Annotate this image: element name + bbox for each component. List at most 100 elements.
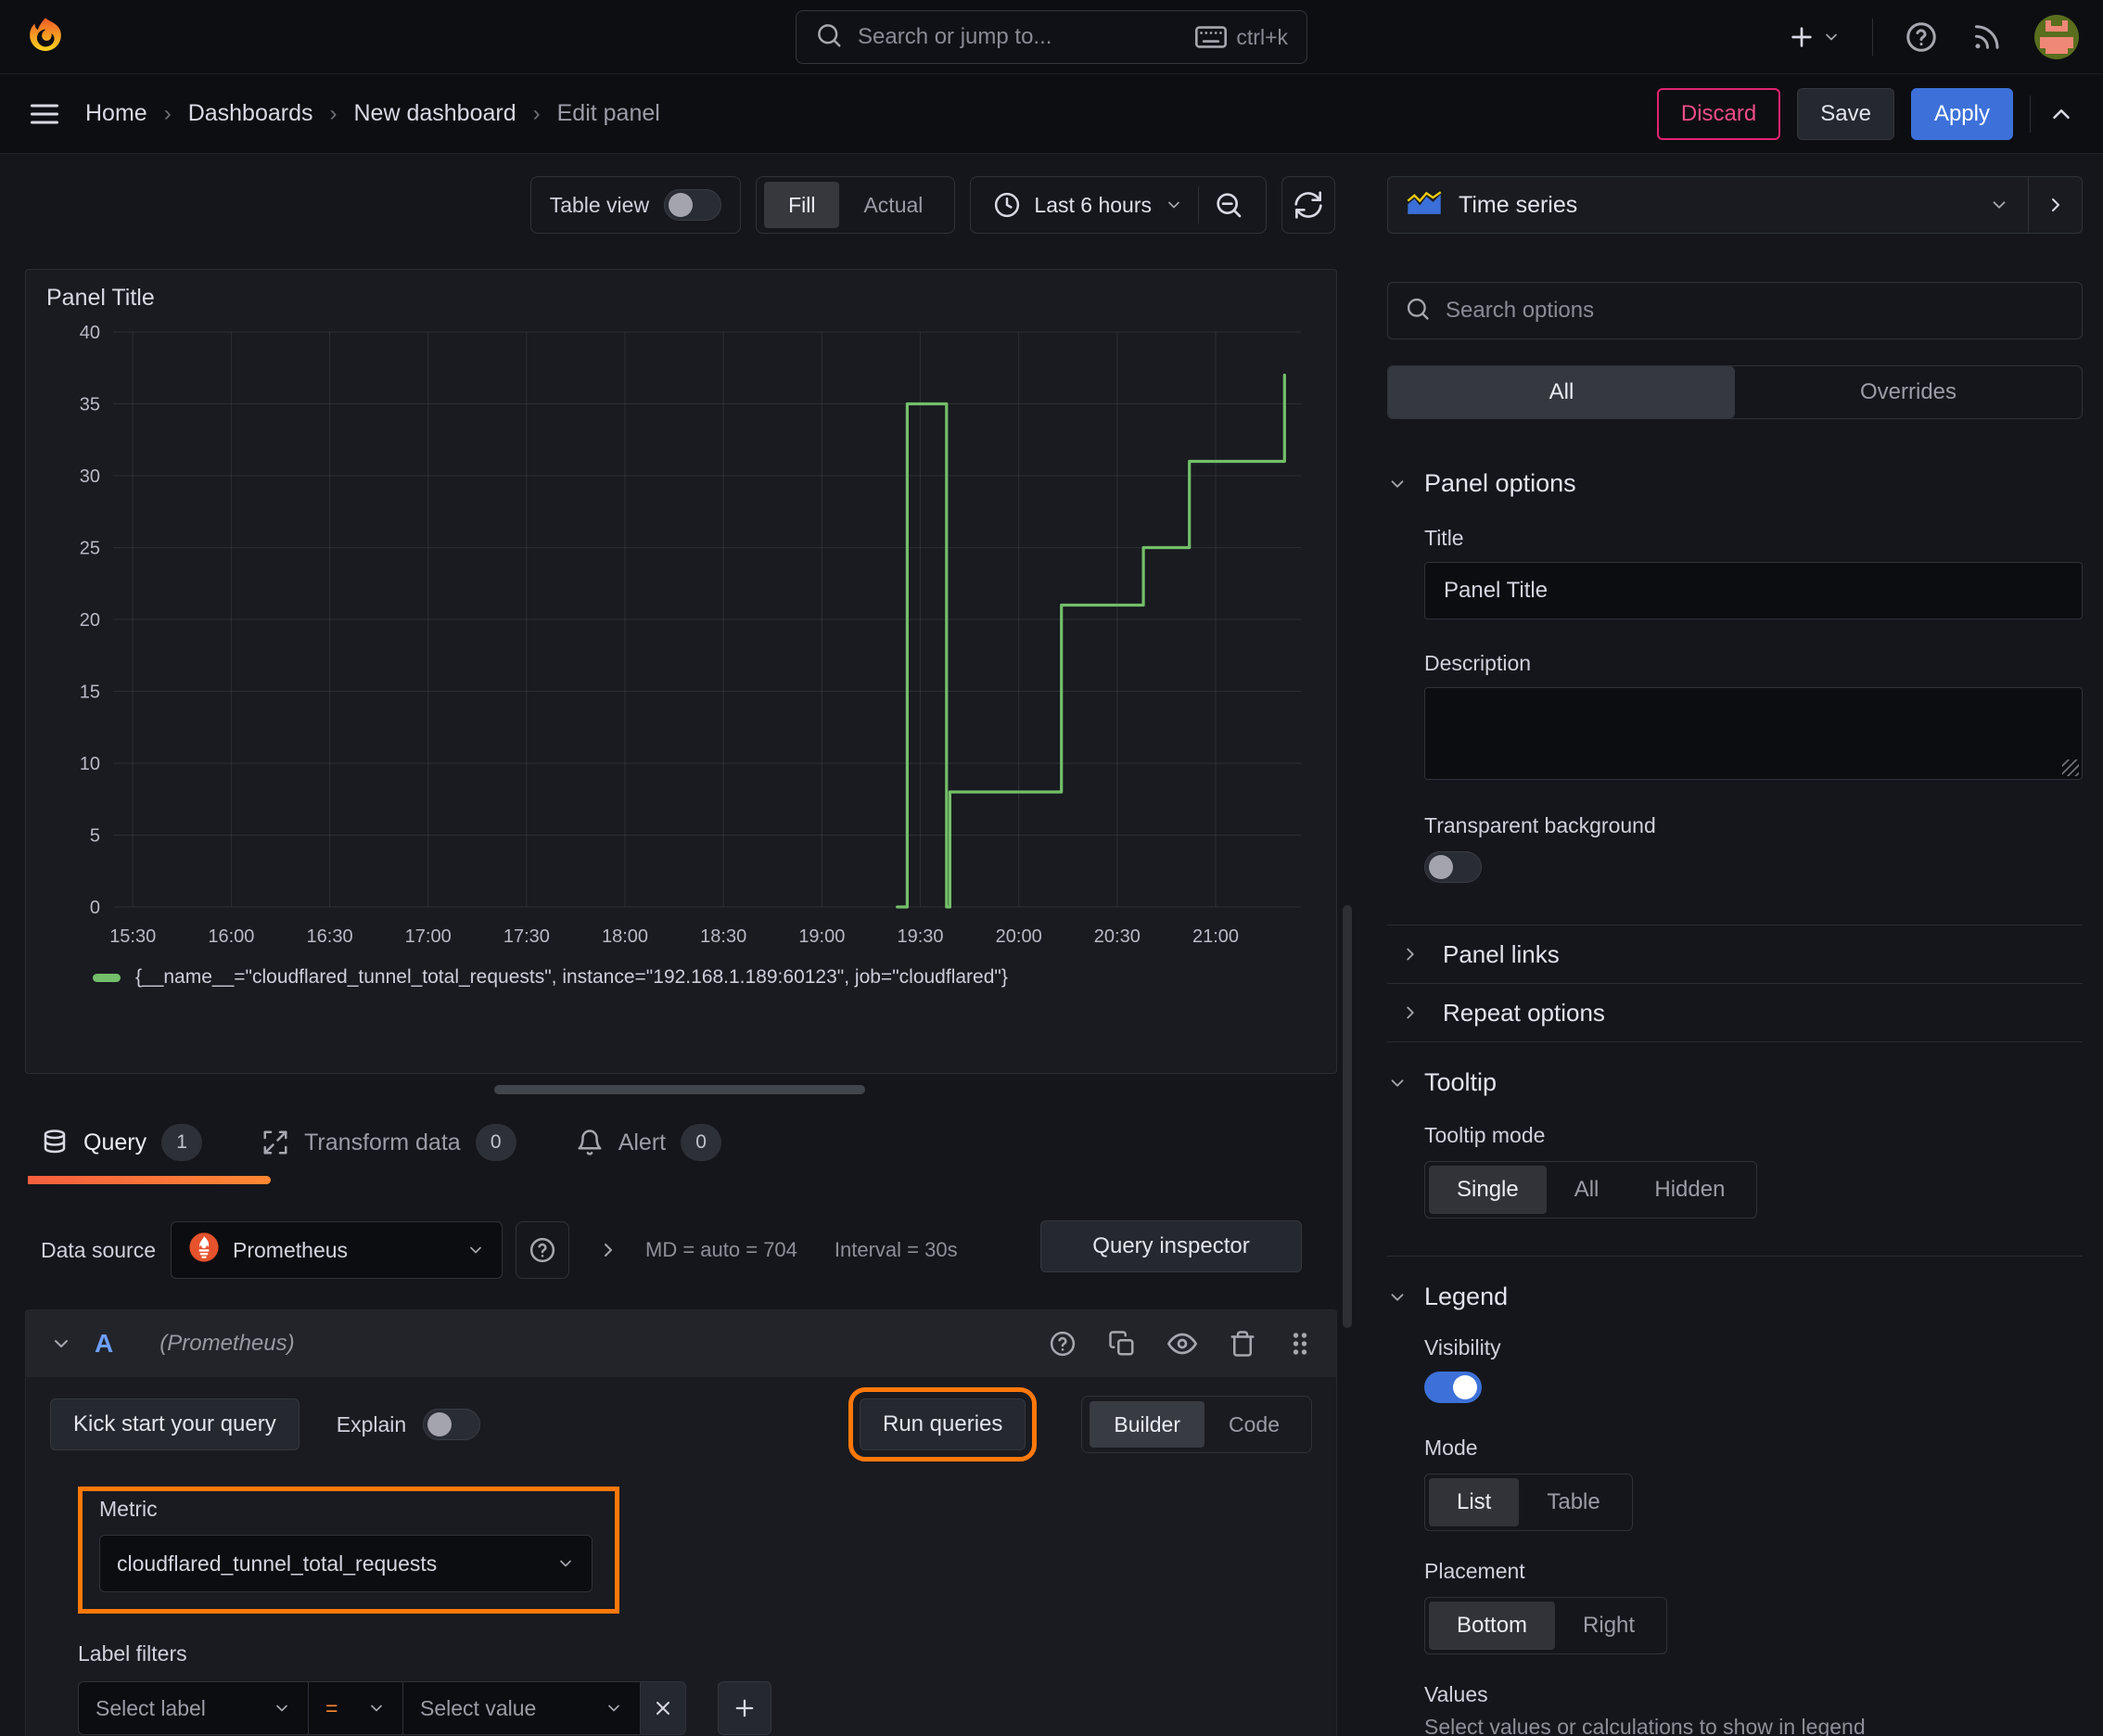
query-builder-toolbar: Kick start your query Explain Run querie… xyxy=(50,1387,1312,1462)
repeat-options-section[interactable]: Repeat options xyxy=(1387,984,2083,1041)
panel-links-section[interactable]: Panel links xyxy=(1387,925,2083,983)
breadcrumb-dashboards[interactable]: Dashboards xyxy=(188,100,313,127)
svg-text:19:30: 19:30 xyxy=(897,926,943,947)
metric-select[interactable]: cloudflared_tunnel_total_requests xyxy=(99,1535,593,1592)
chevron-down-icon xyxy=(608,1704,619,1712)
tab-alert-count: 0 xyxy=(681,1124,722,1161)
actual-option[interactable]: Actual xyxy=(839,182,947,228)
discard-button[interactable]: Discard xyxy=(1656,87,1781,140)
metric-label: Metric xyxy=(99,1497,158,1521)
operator-dropdown[interactable]: = xyxy=(308,1681,402,1735)
tooltip-header[interactable]: Tooltip xyxy=(1387,1068,2083,1097)
legend-mode-list[interactable]: List xyxy=(1429,1478,1520,1526)
nav-divider xyxy=(2030,95,2031,133)
legend-placement-label: Placement xyxy=(1424,1559,1525,1583)
chevron-down-icon[interactable] xyxy=(50,1333,72,1355)
apply-button[interactable]: Apply xyxy=(1910,87,2013,140)
resize-grip[interactable] xyxy=(2062,760,2079,776)
vertical-scrollbar[interactable] xyxy=(1343,905,1352,1328)
topbar-divider xyxy=(1872,18,1873,56)
svg-text:0: 0 xyxy=(90,898,100,918)
svg-text:30: 30 xyxy=(80,466,100,487)
refresh-button[interactable] xyxy=(1281,176,1335,234)
tab-all[interactable]: All xyxy=(1388,366,1735,418)
options-tabs: All Overrides xyxy=(1387,365,2083,419)
datasource-help-button[interactable] xyxy=(516,1221,570,1279)
tooltip-mode-all[interactable]: All xyxy=(1547,1166,1627,1214)
tooltip-mode-label: Tooltip mode xyxy=(1424,1123,1546,1147)
code-option[interactable]: Code xyxy=(1204,1401,1304,1448)
toggle-viz-picker-button[interactable] xyxy=(2029,176,2083,234)
chevron-down-icon xyxy=(470,1246,481,1254)
add-filter-button[interactable] xyxy=(718,1681,771,1735)
query-datasource-hint: (Prometheus) xyxy=(159,1331,295,1356)
table-view-toggle[interactable] xyxy=(664,189,722,221)
save-button[interactable]: Save xyxy=(1797,87,1894,140)
tooltip-mode-single[interactable]: Single xyxy=(1429,1166,1547,1214)
menu-icon[interactable] xyxy=(28,97,61,131)
news-rss-icon[interactable] xyxy=(1969,20,2003,54)
visualization-picker[interactable]: Time series xyxy=(1387,176,2029,234)
builder-option[interactable]: Builder xyxy=(1090,1401,1205,1448)
tab-alert-label: Alert xyxy=(618,1129,667,1155)
breadcrumb-new-dashboard[interactable]: New dashboard xyxy=(354,100,516,127)
global-search[interactable]: ctrl+k xyxy=(796,10,1307,64)
legend-values-description: Select values or calculations to show in… xyxy=(1424,1715,1866,1736)
panel-title-input[interactable] xyxy=(1424,562,2083,619)
transparent-background-toggle[interactable] xyxy=(1424,851,1482,883)
tooltip-mode-hidden[interactable]: Hidden xyxy=(1626,1166,1752,1214)
legend-series-label[interactable]: {__name__="cloudflared_tunnel_total_requ… xyxy=(135,966,1008,989)
duplicate-query-icon[interactable] xyxy=(1108,1330,1136,1358)
keyboard-shortcut-hint: ctrl+k xyxy=(1195,25,1288,50)
hide-response-icon[interactable] xyxy=(1167,1329,1197,1359)
panel-options-header[interactable]: Panel options xyxy=(1387,469,2083,498)
select-value-dropdown[interactable]: Select value xyxy=(402,1681,640,1735)
legend-placement-bottom[interactable]: Bottom xyxy=(1429,1602,1556,1650)
description-textarea[interactable] xyxy=(1424,687,2083,780)
time-series-chart[interactable]: 0 5 10 15 20 25 30 35 40 15:30 16:00 16:30 17:00 17:3… xyxy=(46,315,1318,964)
breadcrumb-home[interactable]: Home xyxy=(85,100,147,127)
remove-filter-button[interactable] xyxy=(640,1681,686,1735)
grafana-logo[interactable] xyxy=(24,16,67,58)
help-icon[interactable] xyxy=(1905,20,1938,54)
tab-alert[interactable]: Alert 0 xyxy=(576,1117,722,1168)
fill-option[interactable]: Fill xyxy=(764,182,840,228)
tab-query[interactable]: Query 1 xyxy=(41,1117,203,1168)
query-help-icon[interactable] xyxy=(1049,1330,1077,1358)
tab-overrides[interactable]: Overrides xyxy=(1735,366,2082,418)
query-row-header[interactable]: A (Prometheus) xyxy=(26,1310,1336,1377)
legend-mode-label: Mode xyxy=(1424,1436,1478,1460)
legend-placement-right[interactable]: Right xyxy=(1555,1602,1663,1650)
fill-actual-switch: Fill Actual xyxy=(756,176,956,234)
tab-transform[interactable]: Transform data 0 xyxy=(261,1117,516,1168)
metric-highlight: Metric cloudflared_tunnel_total_requests xyxy=(78,1487,619,1614)
legend-header[interactable]: Legend xyxy=(1387,1283,2083,1311)
query-inspector-button[interactable]: Query inspector xyxy=(1040,1220,1302,1272)
run-queries-button[interactable]: Run queries xyxy=(848,1387,1038,1462)
kick-start-button[interactable]: Kick start your query xyxy=(50,1398,300,1450)
active-tab-indicator xyxy=(28,1176,271,1184)
options-search[interactable] xyxy=(1387,282,2083,339)
search-input[interactable] xyxy=(858,24,1181,50)
add-new-button[interactable] xyxy=(1787,22,1841,52)
options-expand-icon[interactable] xyxy=(597,1239,619,1261)
legend-mode-table[interactable]: Table xyxy=(1519,1478,1627,1526)
user-avatar[interactable] xyxy=(2034,14,2079,59)
zoom-out-icon[interactable] xyxy=(1199,190,1258,220)
explain-toggle[interactable] xyxy=(423,1409,481,1440)
time-range-control: Last 6 hours xyxy=(970,176,1267,234)
query-options-summary: MD = auto = 704 Interval = 30s xyxy=(645,1238,958,1262)
options-search-input[interactable] xyxy=(1446,298,2065,324)
time-range-picker[interactable]: Last 6 hours xyxy=(978,191,1198,219)
panel-resize-handle[interactable] xyxy=(494,1085,865,1094)
breadcrumb-separator: › xyxy=(163,100,172,126)
chevron-down-icon xyxy=(371,1704,382,1712)
datasource-picker[interactable]: Prometheus xyxy=(171,1221,503,1279)
collapse-header-icon[interactable] xyxy=(2047,100,2075,128)
select-label-dropdown[interactable]: Select label xyxy=(78,1681,308,1735)
drag-handle-icon[interactable] xyxy=(1288,1330,1312,1358)
editor-tabs: Query 1 Transform data 0 Alert 0 xyxy=(0,1117,1359,1189)
legend-visibility-toggle[interactable] xyxy=(1424,1372,1482,1403)
chevron-down-icon xyxy=(1993,201,2006,209)
delete-query-icon[interactable] xyxy=(1229,1330,1256,1358)
